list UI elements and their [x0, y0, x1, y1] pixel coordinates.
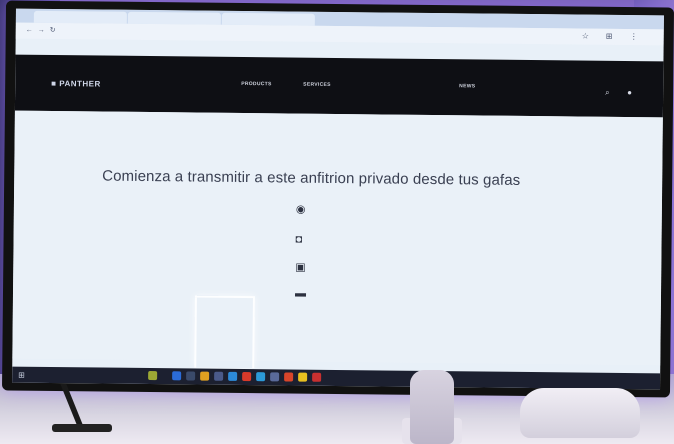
menu-icon[interactable]: ⋮: [630, 32, 638, 41]
bookmark-icon[interactable]: ☆: [582, 32, 589, 41]
main-content: [12, 110, 663, 366]
app-icon[interactable]: [228, 371, 238, 381]
device: [410, 370, 454, 444]
camera-icon: ◘: [295, 233, 303, 246]
site-logo[interactable]: ■ PANTHER: [51, 79, 101, 89]
search-icon[interactable]: ⌕: [605, 88, 610, 98]
vr-headset: [520, 388, 640, 438]
nav-link-news[interactable]: NEWS: [459, 83, 475, 89]
app-icon[interactable]: [200, 371, 210, 381]
app-icon[interactable]: [172, 371, 182, 381]
tv-screen: ← → ↻ ☆ ⊞ ⋮ ■ PANTHER PRODUCTS SERVICES …: [12, 8, 664, 390]
start-icon[interactable]: ⊞: [18, 371, 25, 380]
app-icon[interactable]: [256, 372, 266, 382]
nav-link-services[interactable]: SERVICES: [303, 82, 331, 88]
tv-stand-foot: [52, 424, 112, 432]
app-icon[interactable]: [298, 372, 308, 382]
site-header: [14, 54, 664, 118]
light-reflection: [194, 295, 255, 369]
browser-tab[interactable]: [127, 11, 221, 25]
app-icon[interactable]: [186, 371, 196, 381]
app-icon[interactable]: [284, 372, 294, 382]
os-taskbar: [12, 366, 661, 390]
devices-icon: ▣: [295, 261, 306, 274]
browser-tab[interactable]: [33, 10, 127, 24]
forward-icon[interactable]: →: [38, 27, 45, 34]
app-icon[interactable]: [312, 372, 322, 382]
tv: ← → ↻ ☆ ⊞ ⋮ ■ PANTHER PRODUCTS SERVICES …: [1, 0, 674, 398]
app-icon[interactable]: [148, 371, 158, 381]
app-icon[interactable]: [242, 372, 252, 382]
monitor-icon: ▬: [294, 287, 307, 300]
nav-link-products[interactable]: PRODUCTS: [241, 81, 272, 87]
extensions-icon[interactable]: ⊞: [606, 32, 613, 41]
account-icon[interactable]: ●: [627, 88, 632, 97]
app-icon[interactable]: [270, 372, 280, 382]
back-icon[interactable]: ←: [26, 27, 33, 34]
reload-icon[interactable]: ↻: [50, 27, 57, 34]
headset-icon: ◉: [295, 203, 306, 216]
app-icon[interactable]: [214, 371, 224, 381]
browser-tab[interactable]: [221, 12, 315, 26]
